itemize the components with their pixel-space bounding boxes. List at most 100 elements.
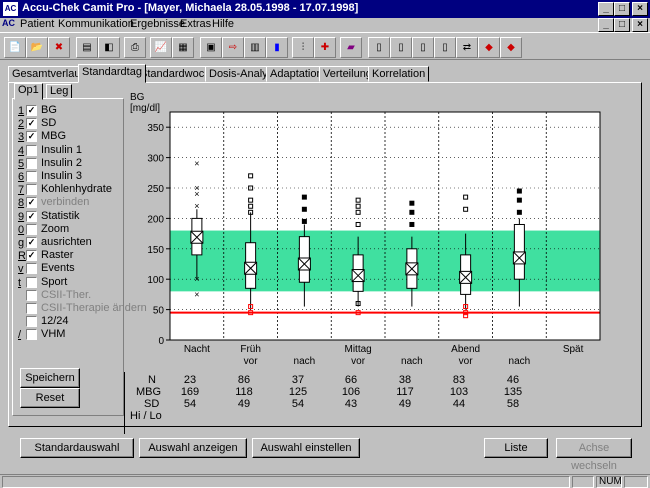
standard-day-chart: 0 50 100 150 200 250 300 350 BG[mg/dl] Nacht Früh M… [130, 92, 601, 367]
option-label: VHM [41, 328, 66, 341]
option-label: BG [41, 104, 57, 116]
stat-n-value: 37 [291, 374, 305, 386]
menu-hilfe[interactable]: Hilfe [212, 18, 234, 30]
doc-minimize-button[interactable]: _ [598, 18, 614, 32]
window-title: Accu-Chek Camit Pro - [Mayer, Michaela 2… [22, 2, 359, 14]
view-3-icon[interactable]: ▯ [412, 37, 434, 58]
marker-down-icon[interactable]: ◆ [500, 37, 522, 58]
doc-icon[interactable]: AC [2, 18, 15, 28]
option-checkbox [26, 303, 37, 314]
swap-icon[interactable]: ⇄ [456, 37, 478, 58]
report-icon[interactable]: ▥ [244, 37, 266, 58]
delete-patient-icon[interactable]: ✖ [48, 37, 70, 58]
bar-chart-icon[interactable]: ▮ [266, 37, 288, 58]
note-icon[interactable]: ▣ [200, 37, 222, 58]
menu-extras[interactable]: Extras [180, 18, 211, 30]
stat-mbg-value: 169 [180, 386, 200, 398]
tab-gesamtverlauf[interactable]: Gesamtverlauf [8, 66, 88, 82]
option-checkbox[interactable] [26, 223, 37, 235]
minimize-button[interactable]: _ [598, 2, 614, 16]
option-checkbox[interactable] [26, 329, 37, 341]
option-checkbox[interactable] [26, 157, 37, 169]
outlier-point [301, 194, 307, 200]
option-checkbox[interactable] [26, 171, 37, 182]
export-icon[interactable]: ⇨ [222, 37, 244, 58]
stat-mbg-value: 125 [288, 386, 308, 398]
option-label: Sport [41, 275, 68, 288]
title-bar: AC Accu-Chek Camit Pro - [Mayer, Michael… [0, 0, 650, 18]
status-cell-1 [572, 476, 594, 488]
option-shortcut: 4 [18, 144, 25, 157]
y-axis-label: BG [130, 92, 145, 103]
stat-n-value: 83 [452, 374, 466, 386]
line-chart-icon[interactable]: 📈 [150, 37, 172, 58]
outlier-point [516, 209, 522, 215]
settings-sliders-icon[interactable]: ⫶ [292, 37, 314, 58]
subtab-leg[interactable]: Leg [46, 84, 73, 99]
subtab-op1[interactable]: Op1 [14, 83, 43, 100]
option-label: ausrichten [41, 236, 92, 248]
option-label: Zoom [41, 222, 70, 235]
option-checkbox[interactable]: ✓ [26, 131, 37, 143]
option-label: Insulin 2 [41, 156, 82, 169]
stats-divider [124, 372, 125, 434]
close-button[interactable]: × [632, 2, 648, 16]
stat-mbg-value: 118 [235, 386, 253, 398]
show-selection-button[interactable]: Auswahl anzeigen [139, 438, 247, 458]
list-button[interactable]: Liste [484, 438, 548, 458]
x-tick-label: Spät [563, 344, 584, 355]
option-shortcut: 5 [18, 157, 25, 170]
doc-restore-button[interactable]: □ [614, 18, 630, 32]
doc-close-button[interactable]: × [632, 18, 648, 32]
menu-ergebnisse[interactable]: Ergebnisse [130, 18, 185, 30]
option-checkbox[interactable] [26, 276, 37, 288]
view-4-icon[interactable]: ▯ [434, 37, 456, 58]
option-checkbox[interactable]: ✓ [26, 105, 37, 116]
marker-up-icon[interactable]: ◆ [478, 37, 500, 58]
outlier-point: × [194, 159, 199, 169]
option-checkbox[interactable] [26, 263, 37, 275]
outlier-point [409, 200, 415, 206]
transfer-icon[interactable]: ▤ [76, 37, 98, 58]
menu-patient[interactable]: Patient [20, 18, 54, 30]
table-icon[interactable]: ▦ [172, 37, 194, 58]
view-1-icon[interactable]: ▯ [368, 37, 390, 58]
option-checkbox[interactable]: ✓ [26, 250, 37, 262]
status-bar: NUM [0, 474, 650, 488]
book-icon[interactable]: ▰ [340, 37, 362, 58]
menu-kommunikation[interactable]: Kommunikation [58, 18, 134, 30]
option-checkbox[interactable]: ✓ [26, 237, 37, 248]
stat-n-value: 23 [183, 374, 197, 386]
tab-adaptation[interactable]: Adaptation [266, 66, 327, 82]
option-checkbox[interactable]: ✓ [26, 118, 37, 130]
view-2-icon[interactable]: ▯ [390, 37, 412, 58]
option-checkbox[interactable] [26, 316, 37, 328]
option-checkbox[interactable] [26, 144, 37, 156]
option-shortcut: 2 [18, 118, 25, 131]
app-icon: AC [3, 2, 18, 16]
outlier-point: × [194, 274, 199, 284]
x-tick-label: Mittag [345, 344, 372, 355]
stats-label-hilo: Hi / Lo [130, 410, 162, 422]
reset-button[interactable]: Reset [20, 388, 80, 408]
option-checkbox[interactable] [26, 184, 37, 196]
save-button[interactable]: Speichern [20, 368, 80, 388]
default-selection-button[interactable]: Standardauswahl [20, 438, 134, 458]
stats-label-sd: SD [144, 398, 160, 410]
option-checkbox[interactable]: ✓ [26, 210, 37, 222]
stat-n-value: 46 [506, 374, 520, 386]
new-patient-icon[interactable]: 📄 [4, 37, 26, 58]
import-icon[interactable]: ◧ [98, 37, 120, 58]
add-event-icon[interactable]: ✚ [314, 37, 336, 58]
set-selection-button[interactable]: Auswahl einstellen [252, 438, 360, 458]
x-tick-sublabel: vor [351, 356, 366, 367]
open-patient-icon[interactable]: 📂 [26, 37, 48, 58]
swap-axis-button: Achse wechseln [556, 438, 632, 472]
option-shortcut: 0 [18, 223, 25, 236]
tab-korrelation[interactable]: Korrelation [368, 66, 430, 82]
y-axis-unit: [mg/dl] [130, 103, 160, 114]
option-shortcut: 6 [18, 171, 25, 183]
tab-standardtag[interactable]: Standardtag [78, 64, 146, 83]
maximize-button[interactable]: □ [614, 2, 630, 16]
print-icon[interactable]: ⎙ [124, 37, 146, 58]
